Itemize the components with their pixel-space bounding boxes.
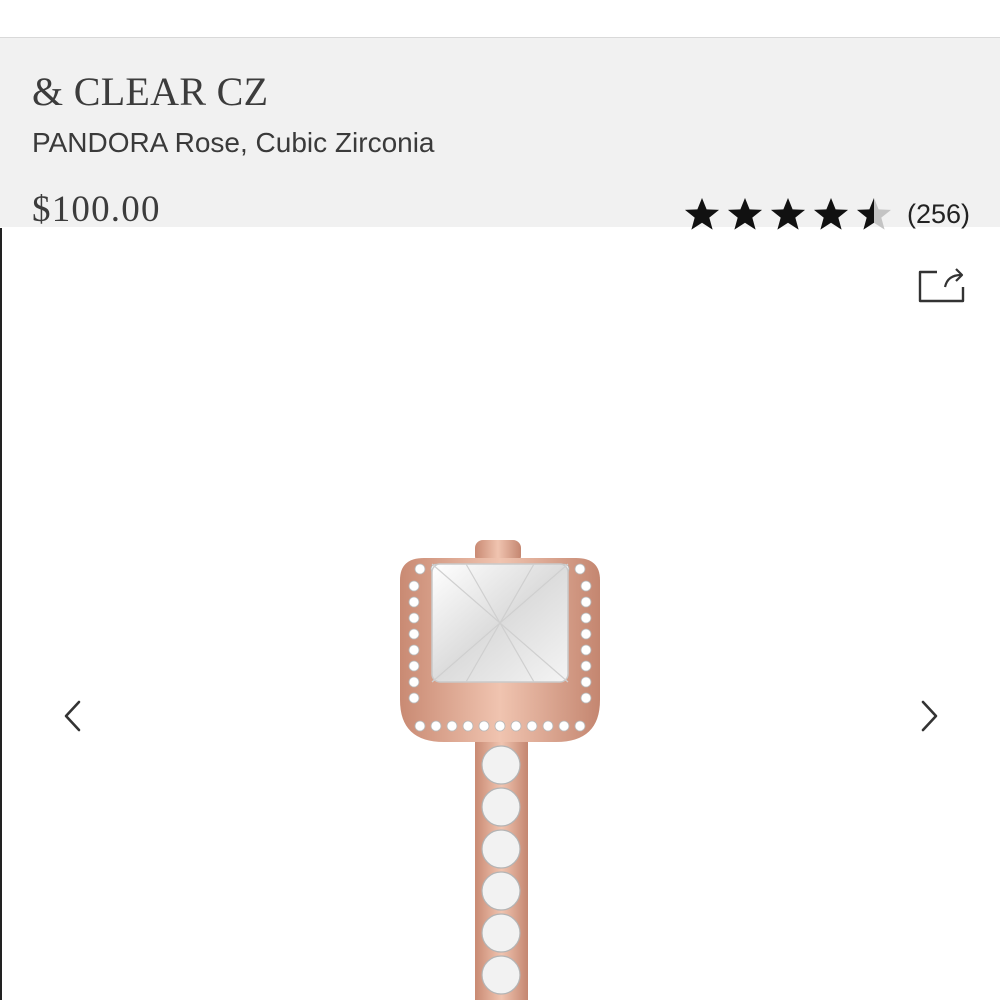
pave-stone xyxy=(574,563,586,575)
top-bar xyxy=(0,0,1000,38)
star-full-icon xyxy=(727,198,762,230)
star-full-icon xyxy=(770,198,805,230)
pave-stone xyxy=(510,720,522,732)
product-info-panel: & CLEAR CZ PANDORA Rose, Cubic Zirconia … xyxy=(0,38,1000,230)
pave-stone xyxy=(580,628,592,640)
pave-stone xyxy=(580,692,592,704)
product-title: & CLEAR CZ xyxy=(32,69,269,114)
star-full-icon xyxy=(813,198,848,230)
gallery-prev-button[interactable] xyxy=(58,694,88,738)
pave-stone xyxy=(481,745,521,785)
chevron-left-icon xyxy=(64,700,81,732)
pave-stone xyxy=(408,596,420,608)
pave-stone xyxy=(526,720,538,732)
pave-stone xyxy=(408,660,420,672)
share-icon xyxy=(918,268,965,303)
pave-stone xyxy=(414,563,426,575)
pave-stone xyxy=(580,596,592,608)
product-subtitle: PANDORA Rose, Cubic Zirconia xyxy=(32,127,435,158)
product-price: $100.00 xyxy=(32,189,161,230)
pave-stone xyxy=(481,787,521,827)
pave-stone xyxy=(574,720,586,732)
pave-stone xyxy=(478,720,490,732)
pave-stone xyxy=(430,720,442,732)
star-full-icon xyxy=(684,198,719,230)
pave-stone xyxy=(408,676,420,688)
gallery-next-button[interactable] xyxy=(914,694,944,738)
pave-stone xyxy=(408,644,420,656)
pave-stone xyxy=(542,720,554,732)
pave-stone xyxy=(408,580,420,592)
pave-stone xyxy=(481,871,521,911)
pave-stone xyxy=(408,612,420,624)
star-half-icon xyxy=(856,198,891,230)
pave-stone xyxy=(481,913,521,953)
chevron-right-icon xyxy=(921,700,938,732)
ring-illustration xyxy=(400,540,600,1000)
pave-stone xyxy=(481,955,521,995)
share-button[interactable] xyxy=(915,265,967,307)
rating-stars xyxy=(684,197,899,231)
pave-stone xyxy=(446,720,458,732)
pave-stone xyxy=(462,720,474,732)
pave-stone xyxy=(580,676,592,688)
pave-stone xyxy=(558,720,570,732)
pave-stone xyxy=(580,612,592,624)
pave-stone xyxy=(494,720,506,732)
review-count[interactable]: (256) xyxy=(907,197,970,231)
left-border xyxy=(0,228,2,1000)
pave-stone xyxy=(580,644,592,656)
pave-stone xyxy=(580,660,592,672)
pave-stone xyxy=(481,829,521,869)
pave-stone xyxy=(408,628,420,640)
product-image xyxy=(380,520,620,1000)
pave-stone xyxy=(414,720,426,732)
product-rating[interactable]: (256) xyxy=(684,194,970,234)
pave-stone xyxy=(580,580,592,592)
pave-stone xyxy=(408,692,420,704)
